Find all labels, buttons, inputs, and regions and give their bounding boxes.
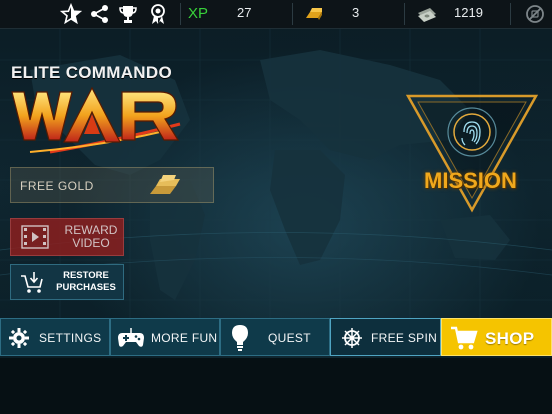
trophy-icon[interactable] <box>117 3 139 25</box>
quest-label: QUEST <box>268 331 311 345</box>
gold-bar-icon <box>303 3 325 25</box>
free-gold-label: FREE GOLD <box>20 179 94 193</box>
divider <box>404 3 405 25</box>
cash-value: 1219 <box>454 5 483 20</box>
settings-label: SETTINGS <box>39 331 102 345</box>
free-gold-button[interactable]: FREE GOLD <box>10 167 214 203</box>
bottom-strip <box>0 358 552 414</box>
gear-icon <box>8 327 30 354</box>
settings-button[interactable]: SETTINGS <box>0 318 110 356</box>
restore-line2: PURCHASES <box>56 282 116 293</box>
shop-label: SHOP <box>485 329 535 348</box>
mission-emblem <box>405 94 539 213</box>
more-fun-button[interactable]: MORE FUN <box>110 318 220 356</box>
cart-download-icon <box>19 270 45 299</box>
free-spin-button[interactable]: FREE SPIN <box>330 318 441 356</box>
no-ads-icon[interactable] <box>524 3 546 25</box>
restore-purchases-label: RESTORE PURCHASES <box>51 270 121 294</box>
star-icon[interactable] <box>59 2 83 25</box>
more-fun-label: MORE FUN <box>151 331 218 345</box>
lightbulb-icon <box>231 324 249 357</box>
xp-label: XP <box>188 5 209 22</box>
bottom-nav-bar: SETTINGS MORE FUN QUEST FREE SPIN SHOP <box>0 318 552 358</box>
mission-label: MISSION <box>424 168 517 193</box>
cash-stack-icon <box>416 3 438 25</box>
mission-button[interactable]: MISSION <box>404 92 540 214</box>
cart-icon <box>450 325 478 356</box>
medal-icon[interactable] <box>147 3 169 25</box>
quest-button[interactable]: QUEST <box>220 318 330 356</box>
reward-video-label: REWARD VIDEO <box>61 224 121 250</box>
free-spin-label: FREE SPIN <box>371 331 438 345</box>
share-icon[interactable] <box>89 3 111 25</box>
reward-line2: VIDEO <box>72 236 110 250</box>
divider <box>510 3 511 25</box>
restore-line1: RESTORE <box>63 270 109 281</box>
divider <box>292 3 293 25</box>
top-status-bar: XP 27 3 1219 <box>0 0 552 29</box>
divider <box>180 3 181 25</box>
gamepad-icon <box>117 326 145 355</box>
gold-bars-icon <box>146 172 186 203</box>
wheel-icon <box>341 327 363 354</box>
game-logo <box>10 84 185 161</box>
video-icon <box>21 225 49 254</box>
game-logo-subtitle: ELITE COMMANDO <box>11 63 172 82</box>
reward-video-button[interactable]: REWARD VIDEO <box>10 218 124 256</box>
gold-value: 3 <box>352 5 360 20</box>
restore-purchases-button[interactable]: RESTORE PURCHASES <box>10 264 124 300</box>
shop-button[interactable]: SHOP <box>441 318 552 356</box>
xp-value: 27 <box>237 5 252 20</box>
